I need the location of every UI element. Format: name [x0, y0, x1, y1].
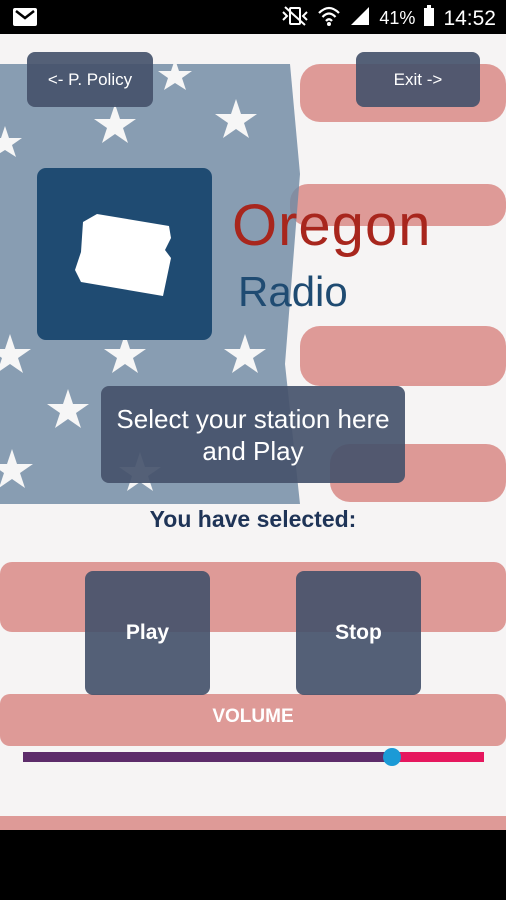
- app-title-line2: Radio: [238, 268, 348, 315]
- volume-slider-thumb[interactable]: [382, 748, 401, 766]
- battery-percent: 41%: [379, 8, 416, 28]
- exit-button[interactable]: Exit ->: [356, 52, 480, 107]
- navigation-bar: [0, 830, 506, 900]
- signal-icon: [349, 5, 371, 32]
- select-station-label: Select your station here and Play: [116, 403, 390, 466]
- oregon-state-icon: [75, 214, 171, 296]
- exit-label: Exit ->: [393, 69, 443, 89]
- select-station-button[interactable]: Select your station here and Play: [101, 386, 405, 483]
- mute-vibrate-icon: [281, 5, 309, 32]
- clock: 14:52: [443, 6, 496, 30]
- wifi-icon: [317, 5, 341, 32]
- privacy-policy-label: <- P. Policy: [47, 69, 133, 89]
- play-label: Play: [125, 621, 170, 644]
- volume-label: VOLUME: [212, 706, 294, 727]
- app-title-line1: Oregon: [232, 193, 432, 258]
- app-logo: [37, 168, 212, 340]
- app-screen: <- P. Policy Exit -> Oregon Radio Select…: [0, 34, 506, 830]
- stop-button[interactable]: Stop: [296, 571, 421, 695]
- selected-station-text: You have selected:: [149, 506, 357, 532]
- battery-icon: [423, 5, 435, 32]
- volume-slider-fill: [23, 752, 392, 762]
- privacy-policy-button[interactable]: <- P. Policy: [27, 52, 153, 107]
- volume-slider[interactable]: [23, 748, 484, 766]
- gmail-icon: [12, 7, 38, 32]
- play-button[interactable]: Play: [85, 571, 210, 695]
- stop-label: Stop: [335, 621, 382, 644]
- status-bar: 41% 14:52: [0, 0, 506, 34]
